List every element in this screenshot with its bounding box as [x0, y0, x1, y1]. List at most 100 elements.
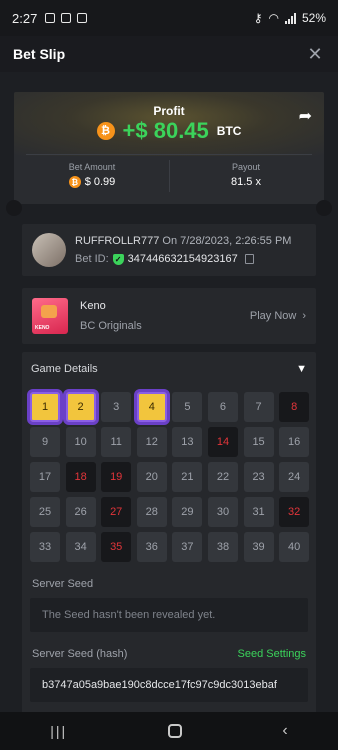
close-icon[interactable]: ✕: [305, 44, 325, 65]
server-seed-hash-field[interactable]: b3747a05a9bae190c8dcce17fc97c9dc3013ebaf: [30, 668, 308, 702]
keno-cell: 24: [279, 462, 310, 492]
bitcoin-icon: ₿: [68, 176, 81, 188]
chevron-down-icon[interactable]: ▼: [296, 363, 307, 375]
lock-icon: [45, 13, 56, 23]
bet-id-value: 347446632154923167: [127, 253, 238, 265]
keno-thumbnail: KENO: [32, 298, 68, 334]
signal-icon: [284, 12, 296, 24]
keno-cell: 8: [279, 392, 310, 422]
game-details-header[interactable]: Game Details ▼: [30, 352, 308, 386]
avatar[interactable]: [32, 233, 66, 267]
play-now-button[interactable]: Play Now ›: [250, 310, 306, 322]
payout: Payout 81.5 x: [171, 162, 321, 188]
keno-cell: 12: [136, 427, 167, 457]
keno-cell: 38: [207, 532, 238, 562]
keno-cell: 4: [133, 389, 170, 425]
system-nav-bar: ||| ‹: [0, 712, 338, 750]
keno-cell: 9: [30, 427, 60, 457]
profit-value: +$ 80.45: [122, 118, 209, 143]
keno-cell: 20: [136, 462, 167, 492]
ticket-notch: [6, 200, 22, 216]
server-seed-hash: b3747a05a9bae190c8dcce17fc97c9dc3013ebaf: [42, 679, 277, 691]
payout-value: 81.5 x: [231, 176, 261, 188]
seed-settings-link[interactable]: Seed Settings: [238, 648, 307, 660]
keno-cell: 11: [101, 427, 132, 457]
divider: [26, 154, 312, 155]
game-provider: BC Originals: [80, 320, 142, 332]
game-name: Keno: [80, 300, 106, 312]
keno-cell: 21: [172, 462, 203, 492]
play-now-label: Play Now: [249, 310, 297, 322]
keno-cell: 28: [136, 497, 167, 527]
keno-cell: 39: [243, 532, 274, 562]
key-icon: ⚷: [253, 11, 263, 25]
keno-cell: 35: [101, 532, 132, 562]
keno-cell: 14: [207, 427, 238, 457]
app-header: Bet Slip ✕: [0, 36, 338, 72]
server-seed-field: The Seed hasn't been revealed yet.: [30, 598, 308, 632]
keno-cell: 17: [30, 462, 60, 492]
keno-cell: 31: [243, 497, 274, 527]
keno-cell: 25: [30, 497, 60, 527]
keno-cell: 1: [27, 389, 63, 425]
back-icon[interactable]: ‹: [282, 722, 287, 740]
page-title: Bet Slip: [13, 46, 66, 62]
keno-logo: [41, 305, 57, 318]
server-seed-placeholder: The Seed hasn't been revealed yet.: [42, 609, 216, 621]
keno-cell: 15: [243, 427, 274, 457]
battery-level: 52%: [301, 11, 326, 25]
keno-cell: 16: [279, 427, 310, 457]
payout-label: Payout: [231, 162, 261, 172]
keno-cell: 32: [279, 497, 310, 527]
thumb-tag: KENO: [35, 325, 50, 331]
bet-amount-value: $ 0.99: [84, 176, 116, 188]
keno-cell: 2: [62, 389, 99, 425]
verified-shield-icon: ✓: [112, 253, 124, 265]
server-seed-hash-label: Server Seed (hash): [32, 648, 128, 660]
bitcoin-icon: ₿: [96, 122, 115, 140]
keno-cell: 23: [243, 462, 274, 492]
status-bar: 2:27 ⚷ ◠ 52%: [0, 0, 338, 36]
keno-board: 1 2 3 4 5 6 7 8 9 10 11 12 13 14 15 16 17 18 19 20 21 22 23 24 2…: [27, 389, 310, 562]
username[interactable]: RUFFROLLR777: [75, 235, 159, 247]
bettor-card: RUFFROLLR777 On 7/28/2023, 2:26:55 PM Be…: [22, 224, 316, 276]
game-details-title: Game Details: [31, 363, 98, 375]
bet-date: On 7/28/2023, 2:26:55 PM: [162, 235, 292, 247]
profit-label: Profit: [153, 104, 185, 118]
status-time: 2:27: [12, 10, 38, 26]
keno-cell: 7: [243, 392, 274, 422]
keno-cell: 3: [101, 392, 132, 422]
keno-cell: 22: [207, 462, 238, 492]
share-icon[interactable]: ➦: [299, 106, 312, 126]
divider: [169, 160, 170, 192]
keno-cell: 30: [207, 497, 238, 527]
keno-cell: 13: [172, 427, 203, 457]
ticket-notch: [316, 200, 332, 216]
keno-cell: 27: [101, 497, 132, 527]
keno-cell: 33: [30, 532, 60, 562]
wifi-icon: ◠: [268, 11, 279, 25]
game-card[interactable]: KENO Keno BC Originals Play Now ›: [22, 288, 316, 344]
keno-cell: 26: [65, 497, 96, 527]
server-seed-label: Server Seed: [32, 578, 94, 590]
app-icon: [77, 13, 88, 23]
home-icon[interactable]: [167, 724, 182, 738]
image-icon: [61, 13, 72, 23]
keno-cell: 6: [207, 392, 238, 422]
bet-id-label: Bet ID:: [75, 253, 109, 265]
keno-cell: 34: [65, 532, 96, 562]
profit-row: ₿ +$ 80.45 BTC: [14, 118, 324, 144]
recent-apps-icon[interactable]: |||: [50, 723, 67, 739]
bet-summary-card: Profit ₿ +$ 80.45 BTC ➦ Bet Amount ₿ $ 0…: [14, 92, 324, 204]
keno-cell: 19: [101, 462, 132, 492]
keno-cell: 10: [65, 427, 96, 457]
keno-cell: 5: [172, 392, 203, 422]
bet-amount-label: Bet Amount: [68, 162, 116, 172]
game-details-panel: Game Details ▼ 1 2 3 4 5 6 7 8 9 10 11 12 13 14 15 16 17…: [22, 352, 316, 714]
chevron-right-icon: ›: [302, 310, 306, 322]
profit-currency: BTC: [216, 124, 242, 138]
keno-cell: 36: [136, 532, 167, 562]
keno-cell: 18: [65, 462, 96, 492]
copy-icon[interactable]: [244, 254, 254, 264]
bet-amount: Bet Amount ₿ $ 0.99: [17, 162, 167, 188]
